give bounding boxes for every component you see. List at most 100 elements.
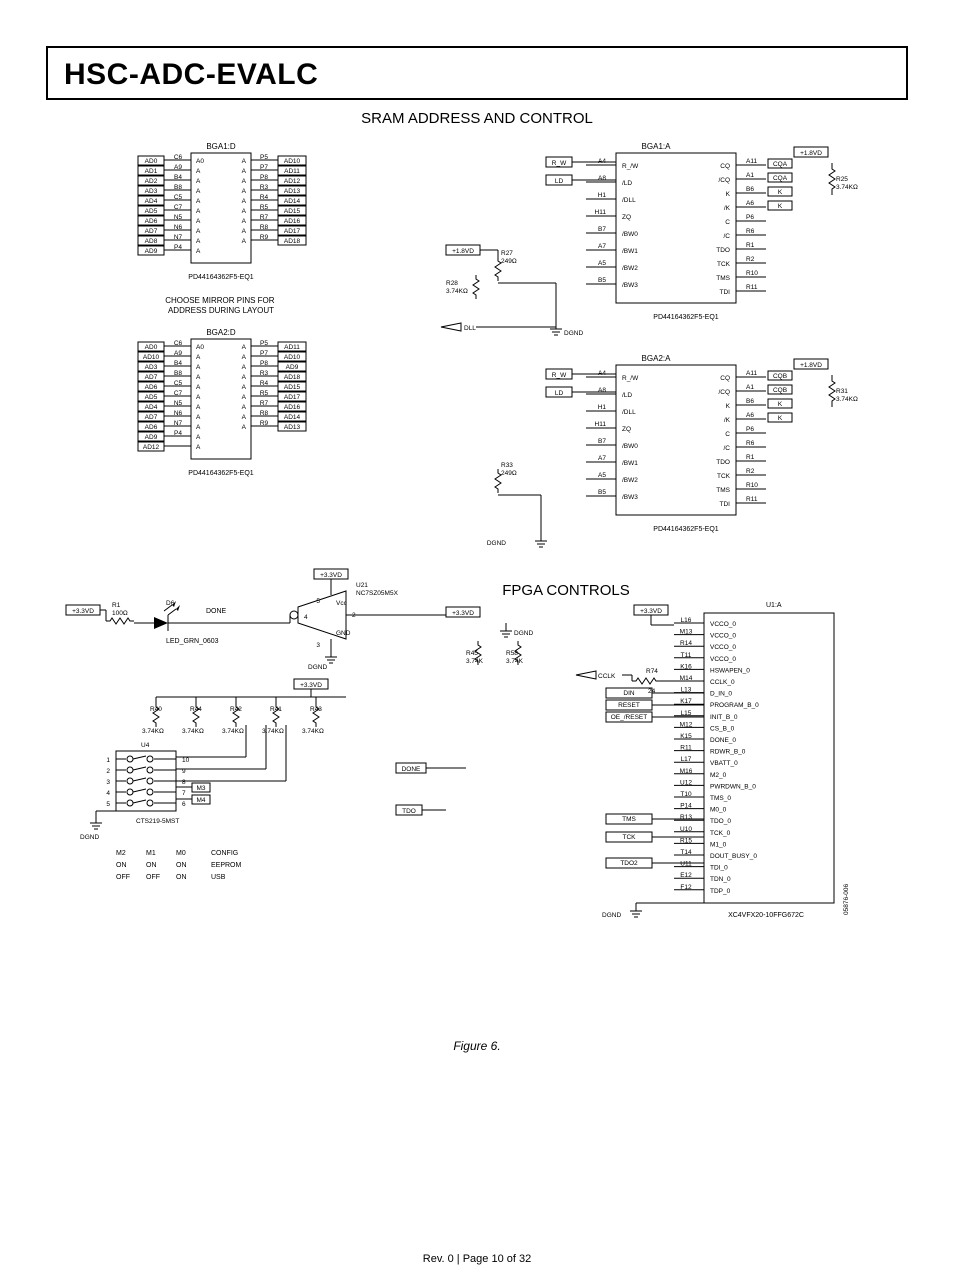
svg-text:AD9: AD9 (286, 364, 299, 371)
svg-text:4: 4 (106, 790, 110, 797)
svg-text:AD8: AD8 (145, 238, 158, 245)
svg-text:5: 5 (316, 598, 320, 605)
svg-text:AD10: AD10 (284, 354, 301, 361)
svg-text:B6: B6 (746, 398, 754, 405)
svg-text:R7: R7 (260, 400, 269, 407)
svg-text:T10: T10 (680, 791, 692, 798)
svg-text:CS_B_0: CS_B_0 (710, 725, 735, 732)
svg-text:/BW3: /BW3 (622, 494, 638, 501)
svg-text:K17: K17 (680, 698, 692, 705)
svg-text:TDN_0: TDN_0 (710, 876, 731, 883)
svg-text:AD12: AD12 (143, 444, 160, 451)
svg-text:C7: C7 (174, 204, 183, 211)
svg-text:A: A (196, 228, 201, 235)
svg-text:CONFIG: CONFIG (211, 850, 238, 857)
svg-text:R74: R74 (646, 668, 658, 675)
svg-text:R10: R10 (746, 270, 758, 277)
svg-text:CQB: CQB (773, 373, 787, 380)
page-title: HSC-ADC-EVALC (64, 58, 890, 92)
config-table: M2M1M0CONFIG ONONONEEPROM OFFOFFONUSB (116, 850, 242, 881)
svg-text:R5: R5 (260, 204, 269, 211)
svg-text:U1:A: U1:A (766, 602, 782, 609)
svg-text:TDO2: TDO2 (620, 860, 638, 867)
svg-text:T14: T14 (680, 849, 692, 856)
svg-text:R8: R8 (260, 224, 269, 231)
svg-text:/CQ: /CQ (718, 389, 730, 396)
svg-text:ON: ON (146, 862, 157, 869)
svg-text:AD6: AD6 (145, 424, 158, 431)
svg-text:A8: A8 (598, 387, 606, 394)
svg-text:A7: A7 (598, 243, 606, 250)
svg-text:M12: M12 (680, 721, 693, 728)
svg-text:D_IN_0: D_IN_0 (710, 691, 732, 698)
svg-text:/LD: /LD (622, 180, 632, 187)
svg-text:B7: B7 (598, 226, 606, 233)
svg-text:5: 5 (106, 801, 110, 808)
svg-text:A5: A5 (598, 472, 606, 479)
svg-text:AD6: AD6 (145, 384, 158, 391)
svg-text:U10: U10 (680, 826, 692, 833)
svg-text:B6: B6 (746, 186, 754, 193)
svg-text:AD4: AD4 (145, 404, 158, 411)
svg-text:AD10: AD10 (143, 354, 160, 361)
svg-text:/DLL: /DLL (622, 409, 636, 416)
svg-text:P4: P4 (174, 430, 182, 437)
svg-text:C5: C5 (174, 380, 183, 387)
svg-text:3: 3 (106, 779, 110, 786)
svg-text:R11: R11 (746, 496, 758, 503)
svg-text:DGND: DGND (487, 540, 506, 547)
svg-text:R9: R9 (260, 420, 269, 427)
svg-text:DGND: DGND (602, 912, 621, 919)
page-header-box: HSC-ADC-EVALC (46, 46, 908, 100)
svg-text:CQB: CQB (773, 387, 787, 394)
svg-text:R_W: R_W (552, 372, 567, 379)
svg-text:R1: R1 (746, 454, 755, 461)
section-fpga-title: FPGA CONTROLS (502, 582, 630, 599)
svg-text:R14: R14 (680, 640, 692, 647)
svg-text:B5: B5 (598, 489, 606, 496)
svg-text:R1: R1 (746, 242, 755, 249)
svg-text:R10: R10 (746, 482, 758, 489)
svg-text:3.74KΩ: 3.74KΩ (182, 728, 204, 735)
svg-text:LED_GRN_0603: LED_GRN_0603 (166, 638, 219, 645)
svg-text:A: A (196, 188, 201, 195)
svg-text:VCCO_0: VCCO_0 (710, 621, 736, 628)
svg-text:PWRDWN_B_0: PWRDWN_B_0 (710, 783, 756, 790)
svg-text:TDI: TDI (720, 289, 731, 296)
svg-text:A: A (196, 364, 201, 371)
svg-text:AD5: AD5 (145, 394, 158, 401)
svg-text:BGA1:A: BGA1:A (642, 142, 672, 151)
svg-text:A6: A6 (746, 200, 754, 207)
section-sram-title: SRAM ADDRESS AND CONTROL (0, 110, 954, 127)
svg-text:A: A (242, 404, 247, 411)
svg-text:AD4: AD4 (145, 198, 158, 205)
svg-text:/BW1: /BW1 (622, 248, 638, 255)
svg-text:TDO: TDO (402, 808, 416, 815)
svg-text:A: A (242, 354, 247, 361)
svg-text:EEPROM: EEPROM (211, 862, 242, 869)
svg-text:L15: L15 (681, 710, 692, 717)
svg-text:/BW2: /BW2 (622, 265, 638, 272)
svg-text:M4: M4 (196, 797, 205, 804)
svg-text:R1: R1 (112, 602, 121, 609)
svg-text:K: K (778, 415, 783, 422)
svg-text:A: A (196, 218, 201, 225)
svg-text:CQ: CQ (720, 375, 730, 382)
bga1d-block: BGA1:D AD0C6A0AD1A9AAD2B4AAD3B8AAD4C5AAD… (138, 142, 306, 281)
svg-text:H1: H1 (598, 192, 607, 199)
svg-text:3.74KΩ: 3.74KΩ (262, 728, 284, 735)
svg-text:A: A (242, 374, 247, 381)
svg-text:A: A (196, 424, 201, 431)
svg-text:DOUT_BUSY_0: DOUT_BUSY_0 (710, 853, 757, 860)
svg-text:R4: R4 (260, 380, 269, 387)
svg-text:AD6: AD6 (145, 218, 158, 225)
svg-text:A1: A1 (746, 172, 754, 179)
page-footer: Rev. 0 | Page 10 of 32 (0, 1253, 954, 1285)
svg-text:DGND: DGND (308, 664, 327, 671)
svg-text:LD: LD (555, 390, 564, 397)
svg-text:A: A (242, 394, 247, 401)
svg-text:U4: U4 (141, 742, 150, 749)
svg-text:B8: B8 (174, 370, 182, 377)
svg-text:A8: A8 (598, 175, 606, 182)
svg-text:+1.8VD: +1.8VD (800, 150, 822, 157)
